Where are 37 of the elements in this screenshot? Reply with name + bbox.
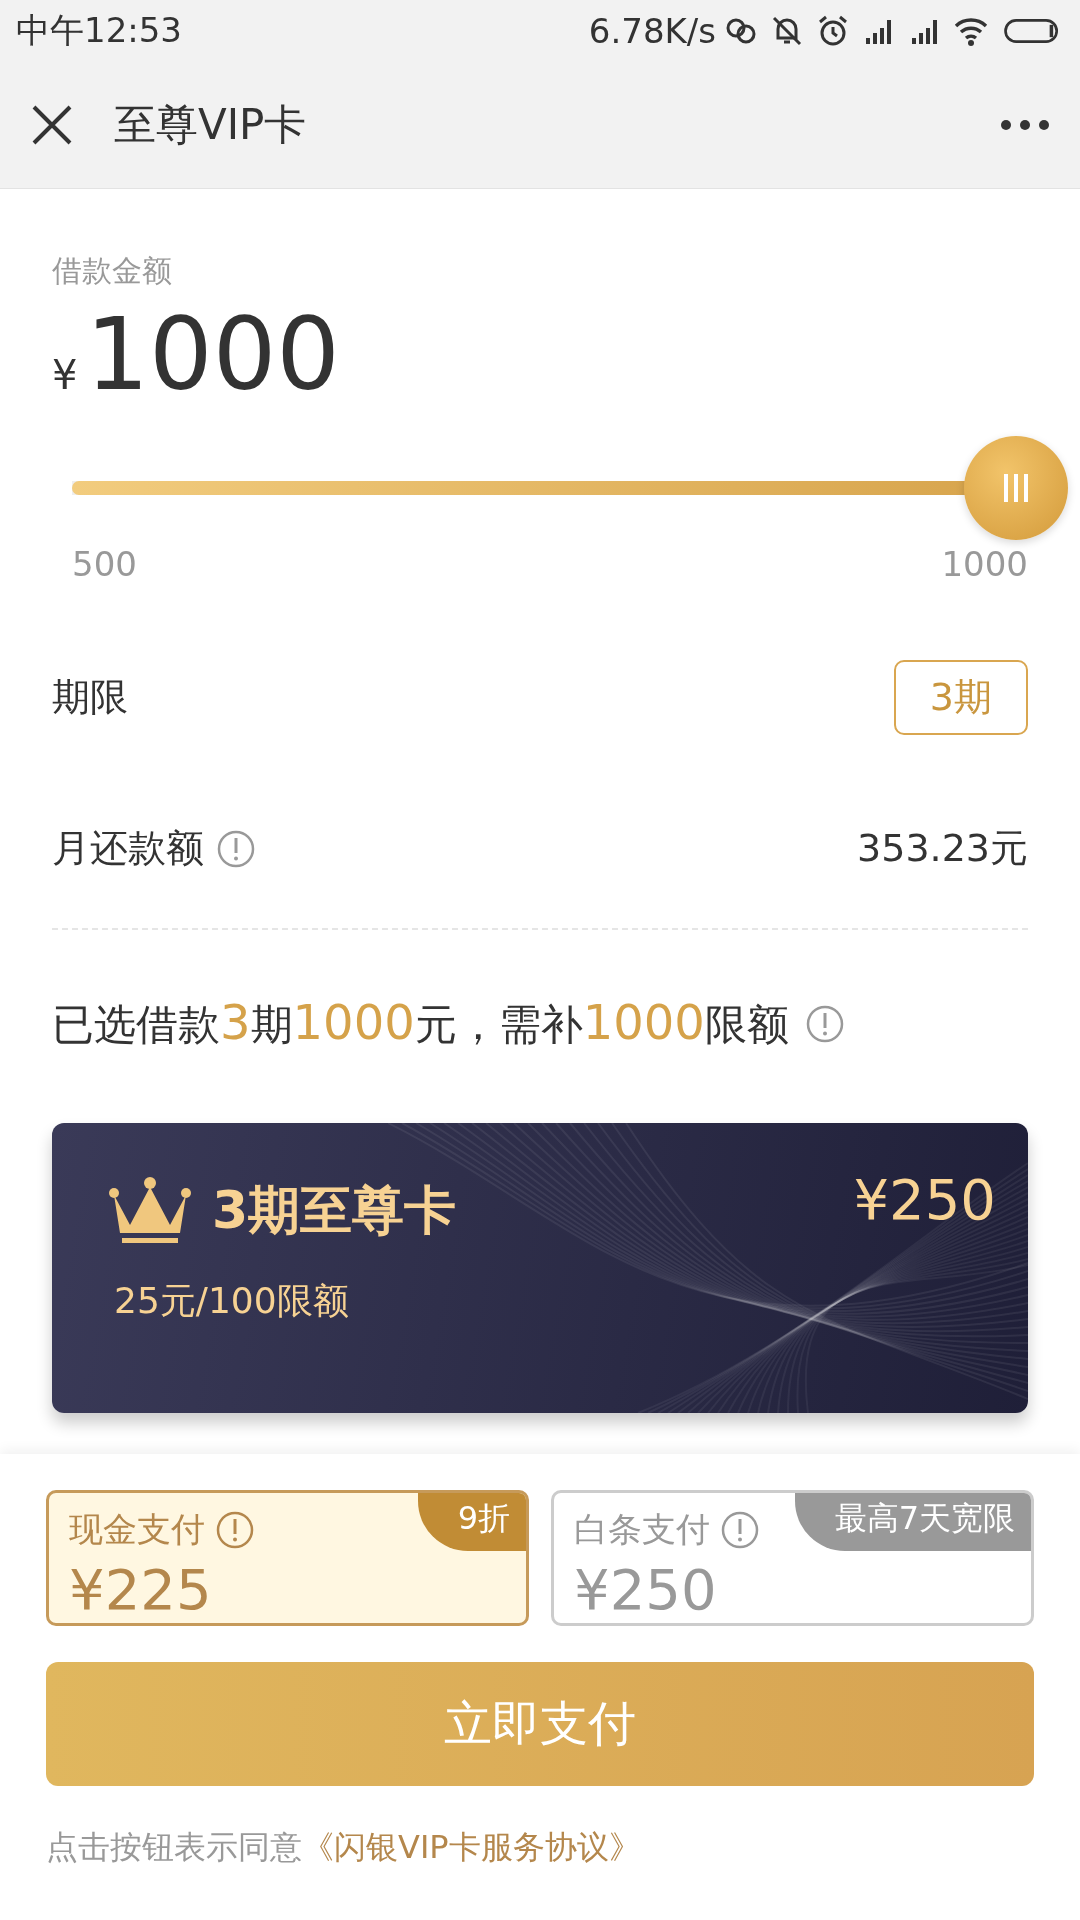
field-label: 借款金额 xyxy=(52,252,173,290)
slider-thumb[interactable] xyxy=(964,436,1068,540)
discount-tag: 最高7天宽限 xyxy=(794,1493,1031,1551)
slider-max-label: 1000 xyxy=(941,544,1028,584)
info-icon[interactable] xyxy=(804,1003,845,1044)
card-rate: 25元/100限额 xyxy=(114,1279,349,1323)
payment-amount: ¥225 xyxy=(69,1557,213,1622)
page-title: 至尊VIP卡 xyxy=(114,99,308,151)
card-title: 3期至尊卡 xyxy=(212,1179,458,1242)
pay-now-button[interactable]: 立即支付 xyxy=(46,1662,1034,1786)
card-price: ¥250 xyxy=(853,1167,996,1232)
info-icon[interactable] xyxy=(720,1510,760,1550)
network-speed: 6.78K/s xyxy=(588,11,716,51)
payment-option[interactable]: 白条支付 ¥250 最高7天宽限 xyxy=(551,1490,1034,1626)
monthly-payment-value: 353.23元 xyxy=(857,825,1028,872)
payment-amount: ¥250 xyxy=(574,1557,718,1622)
agreement-text: 点击按钮表示同意《闪银VIP卡服务协议》 xyxy=(46,1827,642,1868)
term-button[interactable]: 3期 xyxy=(893,660,1028,735)
loan-amount: 1000 xyxy=(85,300,340,410)
more-icon[interactable] xyxy=(1000,119,1050,131)
status-time: 中午12:53 xyxy=(16,9,182,52)
muted-bell-icon xyxy=(770,14,804,48)
slider-min-label: 500 xyxy=(72,544,137,584)
payment-method-label: 现金支付 xyxy=(69,1508,205,1551)
loan-summary: 已选借款3期1000元，需补1000限额 xyxy=(52,994,789,1052)
payment-option[interactable]: 现金支付 ¥225 9折 xyxy=(46,1490,529,1626)
term-label: 期限 xyxy=(52,674,128,721)
currency-symbol: ¥ xyxy=(52,352,78,398)
monthly-payment-label: 月还款额 xyxy=(52,825,204,872)
alarm-icon xyxy=(816,14,850,48)
close-icon[interactable] xyxy=(30,103,74,147)
agreement-link[interactable]: 《闪银VIP卡服务协议》 xyxy=(302,1828,641,1866)
discount-tag: 9折 xyxy=(417,1493,526,1551)
info-icon[interactable] xyxy=(216,828,256,869)
vip-card[interactable]: 3期至尊卡 ¥250 25元/100限额 xyxy=(52,1123,1028,1413)
payment-method-label: 白条支付 xyxy=(574,1508,710,1551)
info-icon[interactable] xyxy=(215,1510,255,1550)
